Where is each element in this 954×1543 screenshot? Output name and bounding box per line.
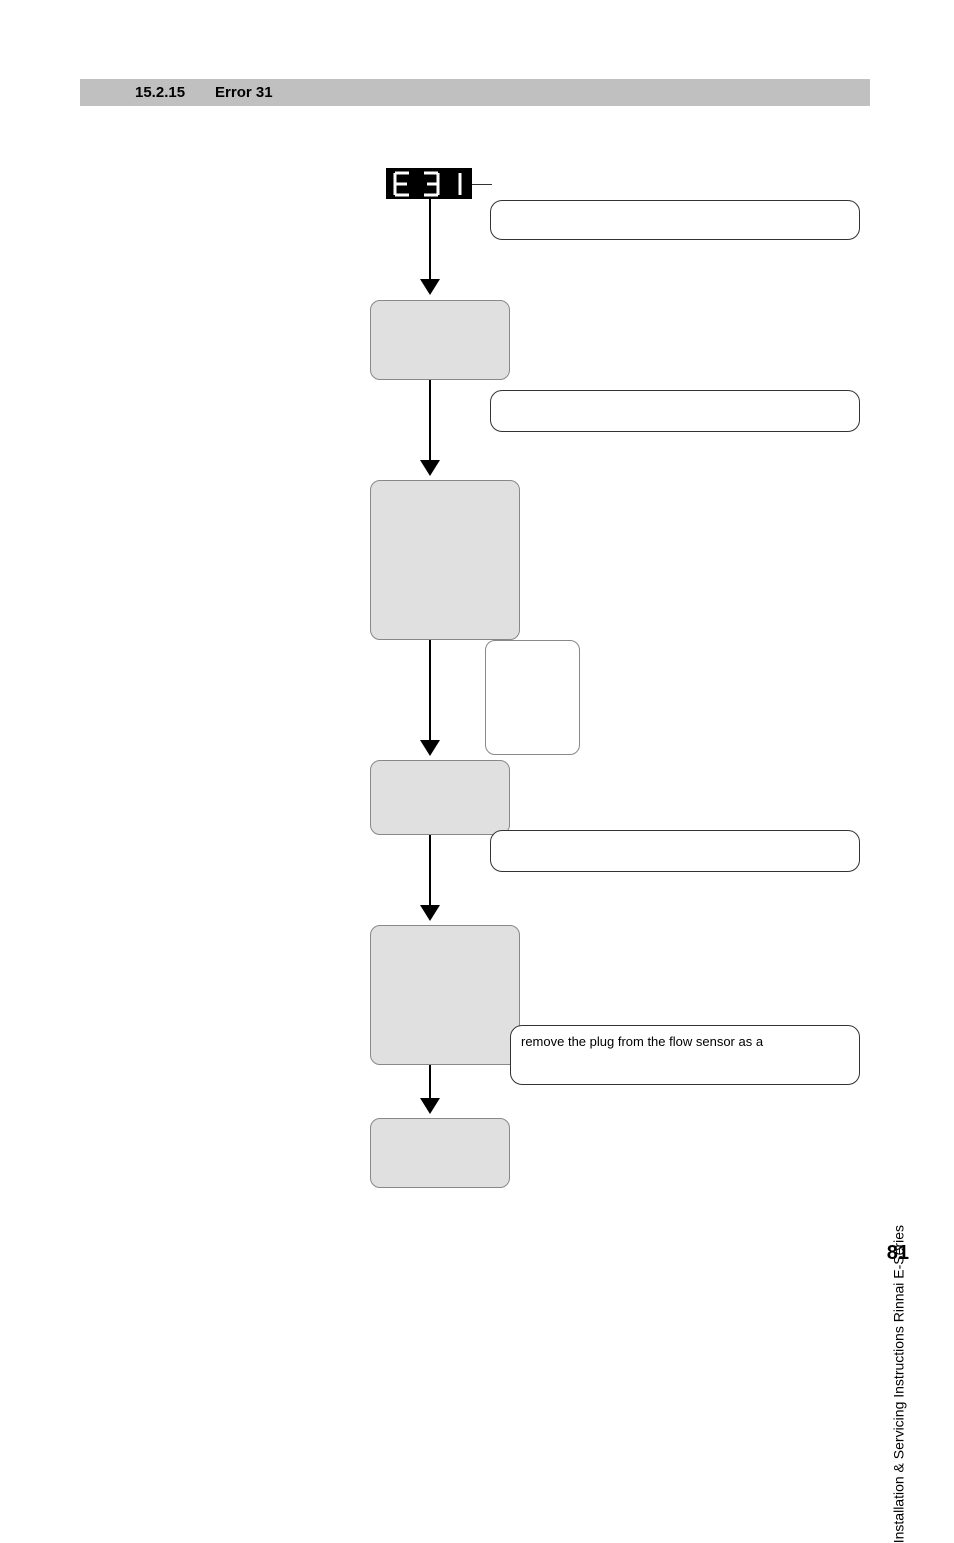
seg-E-icon	[392, 171, 412, 197]
flow-step-5	[370, 1118, 510, 1188]
side-label: Installation & Servicing Instructions Ri…	[890, 1225, 906, 1543]
page-number: 81	[887, 1242, 909, 1265]
arrowhead-icon	[420, 905, 440, 921]
flow-step-2	[370, 480, 520, 640]
callout-2	[490, 390, 860, 432]
seg-1-icon	[450, 171, 464, 197]
flow-arrow	[429, 835, 431, 905]
flow-arrow	[429, 640, 431, 740]
flow-step-1	[370, 300, 510, 380]
callout-text: remove the plug from the flow sensor as …	[521, 1034, 763, 1049]
section-title: Error 31	[215, 84, 273, 101]
callout-4	[490, 830, 860, 872]
flow-step-4	[370, 925, 520, 1065]
flow-step-3	[370, 760, 510, 835]
flow-arrow	[429, 199, 431, 279]
callout-5: remove the plug from the flow sensor as …	[510, 1025, 860, 1085]
seg-3-icon	[421, 171, 441, 197]
flow-arrow	[429, 1065, 431, 1100]
callout-1	[490, 200, 860, 240]
section-number: 15.2.15	[135, 84, 185, 101]
section-header: 15.2.15 Error 31	[80, 79, 870, 106]
error-code-display	[386, 168, 472, 199]
flow-arrow	[429, 380, 431, 460]
arrowhead-icon	[420, 740, 440, 756]
arrowhead-icon	[420, 460, 440, 476]
arrowhead-icon	[420, 279, 440, 295]
flow-note	[485, 640, 580, 755]
connector-line	[472, 184, 492, 185]
arrowhead-icon	[420, 1098, 440, 1114]
